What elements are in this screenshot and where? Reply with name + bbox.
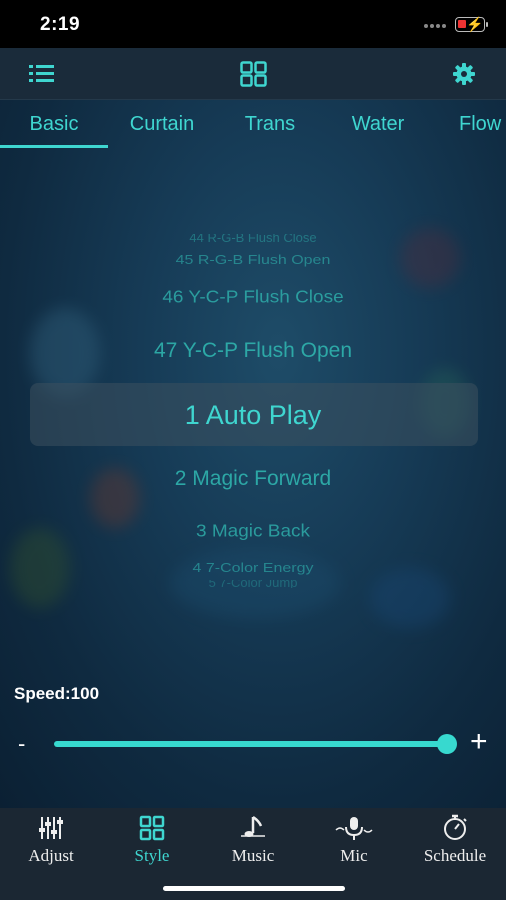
sliders-icon	[39, 817, 63, 839]
stopwatch-icon	[444, 814, 467, 840]
mode-tabs: Basic Curtain Trans Water Flow	[0, 100, 506, 148]
bottom-tab-label: Mic	[340, 846, 368, 865]
picker-item[interactable]: 47 Y-C-P Flush Open	[0, 339, 506, 363]
picker-item[interactable]: 46 Y-C-P Flush Close	[0, 288, 506, 308]
picker-item-selected[interactable]: 1 Auto Play	[0, 400, 506, 431]
tab-trans[interactable]: Trans	[216, 100, 324, 148]
picker-item[interactable]: 3 Magic Back	[0, 522, 506, 542]
microphone-icon	[335, 817, 373, 840]
signal-icon	[424, 24, 448, 30]
list-menu-icon[interactable]	[28, 61, 56, 87]
speed-increase-button[interactable]: +	[470, 726, 488, 758]
picker-item[interactable]: 5 7-Color Jump	[0, 580, 506, 588]
music-note-icon	[241, 815, 265, 837]
picker-item[interactable]: 2 Magic Forward	[0, 467, 506, 491]
speed-label: Speed:100	[14, 684, 100, 703]
picker-item[interactable]: 45 R-G-B Flush Open	[0, 254, 506, 268]
home-indicator[interactable]	[163, 886, 345, 891]
battery-charging-low-icon: ⚡	[455, 16, 488, 32]
speed-slider-thumb[interactable]	[437, 734, 457, 754]
bottom-tab-music[interactable]: Music	[203, 814, 303, 866]
speed-decrease-button[interactable]: -	[18, 731, 25, 757]
tab-basic[interactable]: Basic	[0, 100, 108, 148]
bottom-tab-label: Music	[231, 846, 275, 865]
bottom-tab-label: Schedule	[423, 846, 487, 865]
bottom-tab-adjust[interactable]: Adjust	[1, 814, 101, 866]
bottom-tab-style[interactable]: Style	[102, 814, 202, 866]
grid-icon	[139, 815, 165, 841]
grid-icon[interactable]	[240, 61, 268, 87]
tab-curtain[interactable]: Curtain	[108, 100, 216, 148]
speed-slider-track[interactable]	[54, 741, 448, 747]
picker-item[interactable]: 4 7-Color Energy	[0, 562, 506, 576]
tab-water[interactable]: Water	[324, 100, 432, 148]
gear-icon[interactable]	[451, 61, 479, 87]
status-time: 2:19	[40, 14, 81, 35]
bottom-tab-schedule[interactable]: Schedule	[405, 814, 505, 866]
tab-flow[interactable]: Flow	[432, 100, 506, 148]
status-bar: 2:19 ⚡	[0, 0, 506, 48]
bottom-tab-label: Style	[134, 846, 170, 865]
bottom-tab-mic[interactable]: Mic	[304, 814, 404, 866]
top-nav-bar	[0, 48, 506, 100]
picker-item[interactable]: 44 R-G-B Flush Close	[0, 234, 506, 244]
bottom-tab-label: Adjust	[28, 846, 74, 865]
mode-picker[interactable]: 44 R-G-B Flush Close 45 R-G-B Flush Open…	[0, 230, 506, 590]
